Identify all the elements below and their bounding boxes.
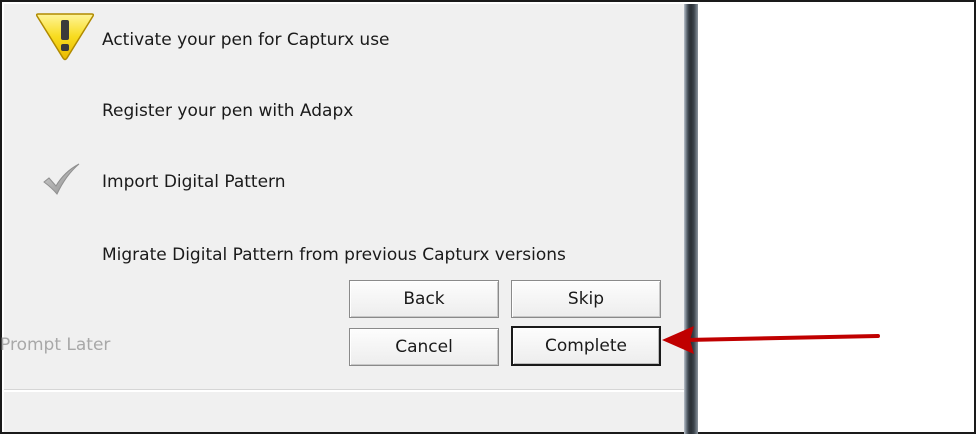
setup-wizard-panel: Activate your pen for Capturx use Regist… [0, 4, 684, 432]
red-arrow-annotation [660, 322, 882, 362]
skip-button[interactable]: Skip [511, 280, 661, 318]
splitter-bar[interactable] [684, 4, 698, 434]
panel-bottom-strip [4, 389, 684, 392]
cancel-button[interactable]: Cancel [349, 328, 499, 366]
checkmark-icon [42, 162, 82, 200]
step-import-digital-pattern: Import Digital Pattern [102, 172, 286, 192]
step-register-pen: Register your pen with Adapx [102, 101, 354, 121]
step-activate-pen: Activate your pen for Capturx use [102, 30, 390, 50]
prompt-later-option[interactable]: Prompt Later [0, 335, 110, 355]
window-frame: Activate your pen for Capturx use Regist… [0, 0, 976, 434]
warning-icon [34, 10, 96, 66]
step-migrate-digital-pattern: Migrate Digital Pattern from previous Ca… [102, 245, 566, 265]
complete-button[interactable]: Complete [511, 326, 661, 366]
back-button[interactable]: Back [349, 280, 499, 318]
